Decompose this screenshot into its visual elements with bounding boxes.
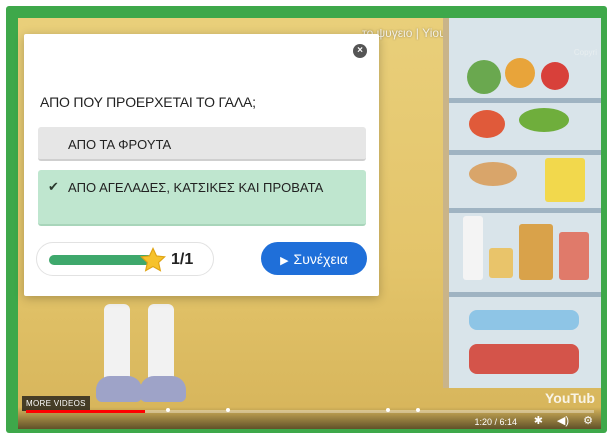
answer-option-animals[interactable]: ✔ ΑΠΟ ΑΓΕΛΑΔΕΣ, ΚΑΤΣΙΚΕΣ ΚΑΙ ΠΡΟΒΑΤΑ xyxy=(38,170,366,226)
cheese-image xyxy=(545,158,585,202)
chapter-marker xyxy=(416,408,420,412)
play-icon: ▶ xyxy=(280,254,289,267)
unicorn-hoof xyxy=(140,376,186,402)
juice-carton-image xyxy=(519,224,553,280)
unicorn-leg xyxy=(148,304,174,384)
volume-icon[interactable]: ◀) xyxy=(557,414,569,427)
chapter-marker xyxy=(386,408,390,412)
orange-image xyxy=(505,58,535,88)
video-time: 1:20 / 6:14 xyxy=(474,417,517,427)
score-indicator: 1/1 xyxy=(36,242,214,276)
youtube-logo[interactable]: YouTub xyxy=(545,390,595,406)
fridge-illustration: Copyri xyxy=(443,18,601,388)
check-icon: ✔ xyxy=(48,179,59,194)
score-progress-bar xyxy=(49,255,153,265)
quiz-question: ΑΠΟ ΠΟΥ ΠΡΟΕΡΧΕΤΑΙ ΤΟ ΓΑΛΑ; xyxy=(40,94,256,110)
milk-bottle-image xyxy=(463,216,483,280)
continue-button[interactable]: ▶ Συνέχεια xyxy=(261,242,367,275)
settings-icon[interactable]: ✱ xyxy=(534,414,543,427)
pepper-image xyxy=(469,110,505,138)
copyright-tag: Copyri xyxy=(573,48,597,57)
score-text: 1/1 xyxy=(171,251,194,268)
video-progress-fill xyxy=(26,410,146,413)
answer-label: ΑΠΟ ΑΓΕΛΑΔΕΣ, ΚΑΤΣΙΚΕΣ ΚΑΙ ΠΡΟΒΑΤΑ xyxy=(68,180,324,195)
video-controls: 1:20 / 6:14 ✱ ◀) ⚙ xyxy=(18,407,601,429)
score-progress-fill xyxy=(49,255,153,265)
fridge-shelf xyxy=(449,150,601,155)
lettuce-image xyxy=(519,108,569,132)
unicorn-legs-illustration xyxy=(96,304,186,402)
video-progress-bar[interactable] xyxy=(26,408,594,413)
answer-label: ΑΠΟ ΤΑ ΦΡΟΥΤΑ xyxy=(68,137,172,152)
fish-image xyxy=(469,310,579,330)
unicorn-hoof xyxy=(96,376,142,402)
eggs-image xyxy=(469,162,517,186)
close-icon[interactable]: × xyxy=(353,44,367,58)
fridge-shelf xyxy=(449,98,601,103)
chapter-marker xyxy=(166,408,170,412)
star-icon xyxy=(140,246,166,272)
quiz-modal: × ΑΠΟ ΠΟΥ ΠΡΟΕΡΧΕΤΑΙ ΤΟ ΓΑΛΑ; ΑΠΟ ΤΑ ΦΡΟ… xyxy=(24,34,379,296)
unicorn-leg xyxy=(104,304,130,384)
chapter-marker xyxy=(226,408,230,412)
fridge-shelf xyxy=(449,292,601,297)
answer-option-fruits[interactable]: ΑΠΟ ΤΑ ΦΡΟΥΤΑ xyxy=(38,127,366,161)
meat-image xyxy=(469,344,579,374)
apple-image xyxy=(541,62,569,90)
jam-jar-image xyxy=(559,232,589,280)
fridge-shelf xyxy=(449,208,601,213)
continue-label: Συνέχεια xyxy=(293,250,348,267)
gear-icon[interactable]: ⚙ xyxy=(583,414,593,427)
watermelon-image xyxy=(467,60,501,94)
yogurt-image xyxy=(489,248,513,278)
